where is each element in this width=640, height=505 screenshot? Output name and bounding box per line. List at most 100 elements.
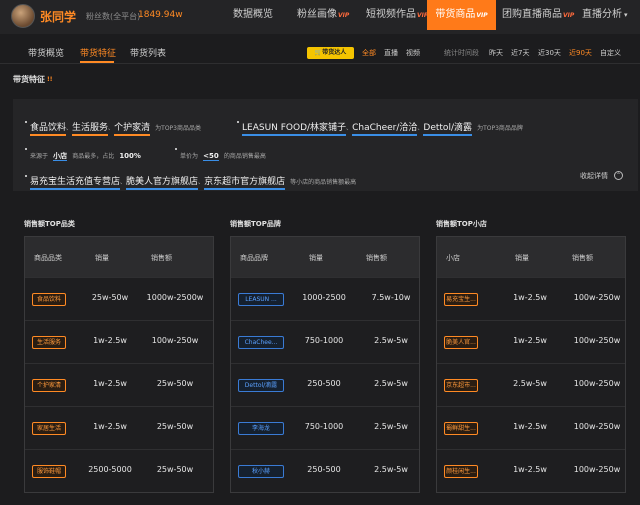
- time-90d[interactable]: 近90天: [569, 48, 592, 58]
- vip-badge: VIP: [563, 12, 575, 19]
- category-highlight[interactable]: 个护家清: [114, 123, 151, 136]
- avatar[interactable]: [11, 4, 35, 28]
- sub-nav: 带货概览 带货特征 带货列表 🛒带货达人 全部 直播 视频 统计时间段 昨天 近…: [0, 40, 640, 64]
- nav-goods[interactable]: 带货商品VIP: [427, 0, 496, 30]
- vip-badge: VIP: [338, 12, 350, 19]
- bullet-icon: [25, 175, 27, 177]
- shop-tag[interactable]: 脆美人官...: [444, 336, 478, 349]
- time-yesterday[interactable]: 昨天: [489, 48, 503, 58]
- tab-goods-features[interactable]: 带货特征: [80, 46, 116, 59]
- shop-tag[interactable]: 颜桂闲生...: [444, 465, 478, 478]
- table-row[interactable]: 脆美人官... 1w-2.5w 100w-250w: [437, 320, 625, 363]
- table-row[interactable]: 个护家清 1w-2.5w 25w-50w: [25, 363, 213, 406]
- table-row[interactable]: 蜀鲜甜生... 1w-2.5w 100w-250w: [437, 406, 625, 449]
- shop-tag[interactable]: 蜀鲜甜生...: [444, 422, 478, 435]
- table-title-category: 销售额TOP品类: [24, 220, 75, 228]
- chevron-down-icon: ▾: [624, 11, 628, 19]
- top-brand-table: 商品品牌 销量 销售额 LEASUN ... 1000-2500 7.5w-10w ChaC…: [230, 236, 420, 493]
- category-highlight[interactable]: 生活服务: [72, 123, 109, 136]
- table-row[interactable]: 家居生活 1w-2.5w 25w-50w: [25, 406, 213, 449]
- top-brands-line: LEASUN FOOD/林家铺子、ChaCheer/洽洽、Dettol/滴露 为…: [242, 115, 523, 136]
- sales-cell: 2500-5000: [88, 465, 132, 474]
- chevron-up-icon[interactable]: ⌃: [614, 171, 623, 180]
- bullet-icon: [237, 121, 239, 123]
- column-header: 销量: [95, 254, 109, 262]
- nav-group-live[interactable]: 团购直播商品VIP: [502, 0, 574, 30]
- table-row[interactable]: 生活服务 1w-2.5w 100w-250w: [25, 320, 213, 363]
- top-categories-line: 食品饮料、生活服务、个护家清 为TOP3商品品类: [30, 115, 201, 136]
- table-row[interactable]: 李海龙 750-1000 2.5w-5w: [231, 406, 419, 449]
- table-row[interactable]: 秋小赫 250-500 2.5w-5w: [231, 449, 419, 492]
- sales-cell: 1000-2500: [302, 293, 346, 302]
- time-7d[interactable]: 近7天: [511, 48, 529, 58]
- brand-highlight[interactable]: ChaCheer/洽洽: [352, 123, 418, 136]
- sales-cell: 1w-2.5w: [93, 422, 127, 431]
- price-value: <50: [203, 152, 219, 161]
- nav-live-analysis[interactable]: 直播分析 ▾: [582, 0, 628, 30]
- shop-tag[interactable]: 易充宝生...: [444, 293, 478, 306]
- shops-suffix: 等小店的商品销售额最高: [290, 179, 357, 186]
- category-tag[interactable]: 食品饮料: [32, 293, 66, 306]
- table-row[interactable]: ChaChee... 750-1000 2.5w-5w: [231, 320, 419, 363]
- collapse-details-button[interactable]: 收起详情: [580, 171, 608, 181]
- amount-cell: 100w-250w: [573, 336, 621, 345]
- brand-tag[interactable]: 李海龙: [238, 422, 284, 435]
- brand-highlight[interactable]: Dettol/滴露: [423, 123, 472, 136]
- table-row[interactable]: 食品饮料 25w-50w 1000w-2500w: [25, 277, 213, 320]
- brand-highlight[interactable]: LEASUN FOOD/林家铺子: [242, 123, 347, 136]
- nav-videos-label: 短视频作品: [366, 9, 416, 20]
- nav-fans[interactable]: 粉丝画像VIP: [297, 0, 349, 30]
- nav-videos[interactable]: 短视频作品VIP: [366, 0, 428, 30]
- amount-cell: 2.5w-5w: [374, 422, 408, 431]
- tab-goods-list[interactable]: 带货列表: [130, 46, 166, 59]
- nav-overview[interactable]: 数据概览: [233, 0, 273, 30]
- shop-tag[interactable]: 京东超市...: [444, 379, 478, 392]
- brand-tag[interactable]: 秋小赫: [238, 465, 284, 478]
- shop-highlight[interactable]: 脆美人官方旗舰店: [126, 177, 199, 190]
- section-mark-icon: !!: [47, 76, 53, 83]
- tab-goods-overview[interactable]: 带货概览: [28, 46, 64, 59]
- sales-cell: 750-1000: [304, 422, 344, 431]
- table-row[interactable]: 颜桂闲生... 1w-2.5w 100w-250w: [437, 449, 625, 492]
- vip-badge: VIP: [476, 12, 488, 19]
- sales-cell: 250-500: [307, 465, 341, 474]
- category-tag[interactable]: 生活服务: [32, 336, 66, 349]
- shop-highlight[interactable]: 易充宝生活充值专营店: [30, 177, 121, 190]
- amount-cell: 25w-50w: [156, 465, 194, 474]
- shop-highlight[interactable]: 京东超市官方旗舰店: [204, 177, 286, 190]
- filter-live[interactable]: 直播: [384, 48, 398, 58]
- category-tag[interactable]: 个护家清: [32, 379, 66, 392]
- nav-live-analysis-label: 直播分析: [582, 9, 622, 20]
- table-row[interactable]: LEASUN ... 1000-2500 7.5w-10w: [231, 277, 419, 320]
- filter-all[interactable]: 全部: [362, 48, 376, 58]
- category-tag[interactable]: 服饰鞋帽: [32, 465, 66, 478]
- brand-tag[interactable]: LEASUN ...: [238, 293, 284, 306]
- table-title-shop: 销售额TOP小店: [436, 220, 487, 228]
- table-row[interactable]: 易充宝生... 1w-2.5w 100w-250w: [437, 277, 625, 320]
- table-row[interactable]: Dettol/滴露 250-500 2.5w-5w: [231, 363, 419, 406]
- sales-cell: 2.5w-5w: [513, 379, 547, 388]
- filter-video[interactable]: 视频: [406, 48, 420, 58]
- amount-cell: 100w-250w: [573, 422, 621, 431]
- sales-cell: 250-500: [307, 379, 341, 388]
- amount-cell: 2.5w-5w: [374, 379, 408, 388]
- active-tab-underline: [80, 61, 114, 63]
- bullet-icon: [25, 148, 27, 150]
- sales-cell: 25w-50w: [91, 293, 129, 302]
- table-row[interactable]: 京东超市... 2.5w-5w 100w-250w: [437, 363, 625, 406]
- category-tag[interactable]: 家居生活: [32, 422, 66, 435]
- column-header: 销售额: [151, 254, 172, 262]
- brand-tag[interactable]: ChaChee...: [238, 336, 284, 349]
- time-custom[interactable]: 自定义: [600, 48, 621, 58]
- fans-label: 粉丝数(全平台): [86, 12, 141, 21]
- table-row[interactable]: 服饰鞋帽 2500-5000 25w-50w: [25, 449, 213, 492]
- sales-cell: 750-1000: [304, 336, 344, 345]
- brand-tag[interactable]: Dettol/滴露: [238, 379, 284, 392]
- fans-value: 1849.94w: [138, 10, 183, 20]
- category-highlight[interactable]: 食品饮料: [30, 123, 67, 136]
- source-prefix: 来源于: [30, 153, 49, 160]
- column-header: 销量: [309, 254, 323, 262]
- categories-suffix: 为TOP3商品品类: [155, 125, 201, 132]
- amount-cell: 7.5w-10w: [371, 293, 411, 302]
- time-30d[interactable]: 近30天: [538, 48, 561, 58]
